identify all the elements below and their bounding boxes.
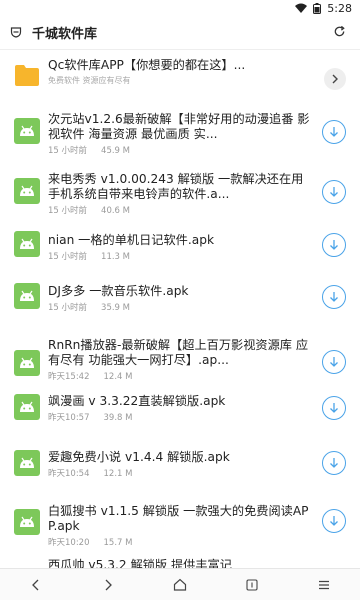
chevron-right-icon[interactable] (324, 68, 346, 90)
file-meta: 15 小时前 45.9 M (48, 144, 310, 156)
file-name: DJ多多 一款音乐软件.apk (48, 284, 189, 298)
file-name: nian 一格的单机日记软件.apk (48, 233, 215, 247)
download-button[interactable] (322, 180, 346, 204)
download-icon (330, 516, 338, 526)
file-time: 昨天10:20 (48, 538, 90, 548)
download-button[interactable] (322, 509, 346, 533)
file-meta: 15 小时前 11.3 M (48, 250, 310, 262)
back-button[interactable] (16, 569, 56, 601)
menu-button[interactable] (304, 569, 344, 601)
download-icon (330, 403, 338, 413)
wifi-icon (295, 3, 308, 13)
file-size: 45.9 M (101, 146, 130, 156)
chevron-left-icon (32, 579, 39, 590)
download-button[interactable] (322, 451, 346, 475)
list-item[interactable]: 西瓜帅 v5.3.2 解锁版 提供丰富记 (0, 558, 360, 568)
file-meta: 15 小时前 40.6 M (48, 204, 310, 216)
file-meta: 15 小时前 35.9 M (48, 301, 310, 313)
file-time: 昨天10:54 (48, 469, 90, 479)
file-name: 爱趣免费小说 v1.4.4 解锁版.apk (48, 450, 230, 464)
file-size: 11.3 M (101, 252, 130, 262)
list-item[interactable]: DJ多多 一款音乐软件.apk 15 小时前 35.9 M (0, 282, 360, 336)
file-time: 昨天15:42 (48, 372, 90, 382)
download-icon (330, 187, 338, 197)
list-item[interactable]: 飒漫画 v 3.3.22直装解锁版.apk 昨天10:57 39.8 M (0, 394, 360, 444)
home-button[interactable] (160, 569, 200, 601)
home-icon (173, 578, 187, 591)
file-time: 昨天10:57 (48, 413, 90, 423)
list-item[interactable]: 白狐搜书 v1.1.5 解锁版 一款强大的免费阅读APP.apk 昨天10:20… (0, 504, 360, 560)
file-name: RnRn播放器-最新破解【超上百万影视资源库 应有尽有 功能强大一网打尽】.ap… (48, 338, 309, 367)
file-size: 35.9 M (101, 303, 130, 313)
android-icon (14, 509, 40, 535)
file-meta: 昨天10:54 12.1 M (48, 467, 310, 479)
tabs-icon (246, 578, 258, 591)
android-icon (14, 178, 40, 204)
folder-item[interactable]: Qc软件库APP【你想要的都在这】... 免费软件 资源应有尽有 (0, 58, 360, 102)
android-icon (14, 283, 40, 309)
file-size: 12.1 M (103, 469, 133, 479)
download-icon (330, 127, 338, 137)
android-icon (14, 394, 40, 420)
file-list[interactable]: Qc软件库APP【你想要的都在这】... 免费软件 资源应有尽有 次元站v1.2… (0, 50, 360, 568)
status-bar: 5:28 (0, 0, 360, 16)
android-icon (14, 231, 40, 257)
menu-icon (319, 580, 329, 589)
file-meta: 昨天10:20 15.7 M (48, 536, 310, 548)
list-item[interactable]: RnRn播放器-最新破解【超上百万影视资源库 应有尽有 功能强大一网打尽】.ap… (0, 338, 360, 398)
download-icon (330, 240, 338, 250)
clock: 5:28 (327, 1, 352, 15)
refresh-icon[interactable] (333, 23, 346, 42)
file-time: 15 小时前 (48, 146, 88, 156)
file-name: 次元站v1.2.6最新破解【非常好用的动漫追番 影视软件 海量资源 最优画质 实… (48, 112, 310, 141)
file-time: 15 小时前 (48, 252, 88, 262)
bottom-nav (0, 568, 360, 600)
battery-icon (313, 2, 322, 14)
download-button[interactable] (322, 233, 346, 257)
file-time: 15 小时前 (48, 303, 88, 313)
file-time: 15 小时前 (48, 206, 88, 216)
download-icon (330, 458, 338, 468)
folder-meta: 免费软件 资源应有尽有 (48, 76, 131, 85)
file-size: 39.8 M (103, 413, 133, 423)
android-icon (14, 450, 40, 476)
download-button[interactable] (322, 350, 346, 374)
file-size: 12.4 M (103, 372, 133, 382)
tabs-button[interactable] (232, 569, 272, 601)
file-size: 15.7 M (103, 538, 133, 548)
download-button[interactable] (322, 285, 346, 309)
list-item[interactable]: 次元站v1.2.6最新破解【非常好用的动漫追番 影视软件 海量资源 最优画质 实… (0, 112, 360, 172)
android-icon (14, 118, 40, 144)
file-name: 白狐搜书 v1.1.5 解锁版 一款强大的免费阅读APP.apk (48, 504, 309, 533)
list-item[interactable]: 来电秀秀 v1.0.00.243 解锁版 一款解决还在用手机系统自带来电铃声的软… (0, 172, 360, 230)
download-button[interactable] (322, 120, 346, 144)
file-meta: 昨天10:57 39.8 M (48, 411, 310, 423)
file-name: 飒漫画 v 3.3.22直装解锁版.apk (48, 394, 226, 408)
chevron-right-icon (105, 579, 112, 590)
download-icon (330, 357, 338, 367)
folder-icon (14, 62, 40, 88)
download-icon (330, 292, 338, 302)
list-item[interactable]: 爱趣免费小说 v1.4.4 解锁版.apk 昨天10:54 12.1 M (0, 448, 360, 502)
app-bar: 千城软件库 (0, 16, 360, 50)
file-meta: 昨天15:42 12.4 M (48, 370, 310, 382)
folder-name: Qc软件库APP【你想要的都在这】... (48, 58, 246, 72)
android-icon (14, 350, 40, 376)
file-name: 来电秀秀 v1.0.00.243 解锁版 一款解决还在用手机系统自带来电铃声的软… (48, 172, 304, 201)
file-size: 40.6 M (101, 206, 130, 216)
file-name: 西瓜帅 v5.3.2 解锁版 提供丰富记 (48, 558, 232, 568)
download-button[interactable] (322, 396, 346, 420)
page-title: 千城软件库 (32, 27, 98, 42)
list-item[interactable]: nian 一格的单机日记软件.apk 15 小时前 11.3 M (0, 230, 360, 284)
forward-button[interactable] (88, 569, 128, 601)
shield-icon[interactable] (10, 23, 22, 42)
